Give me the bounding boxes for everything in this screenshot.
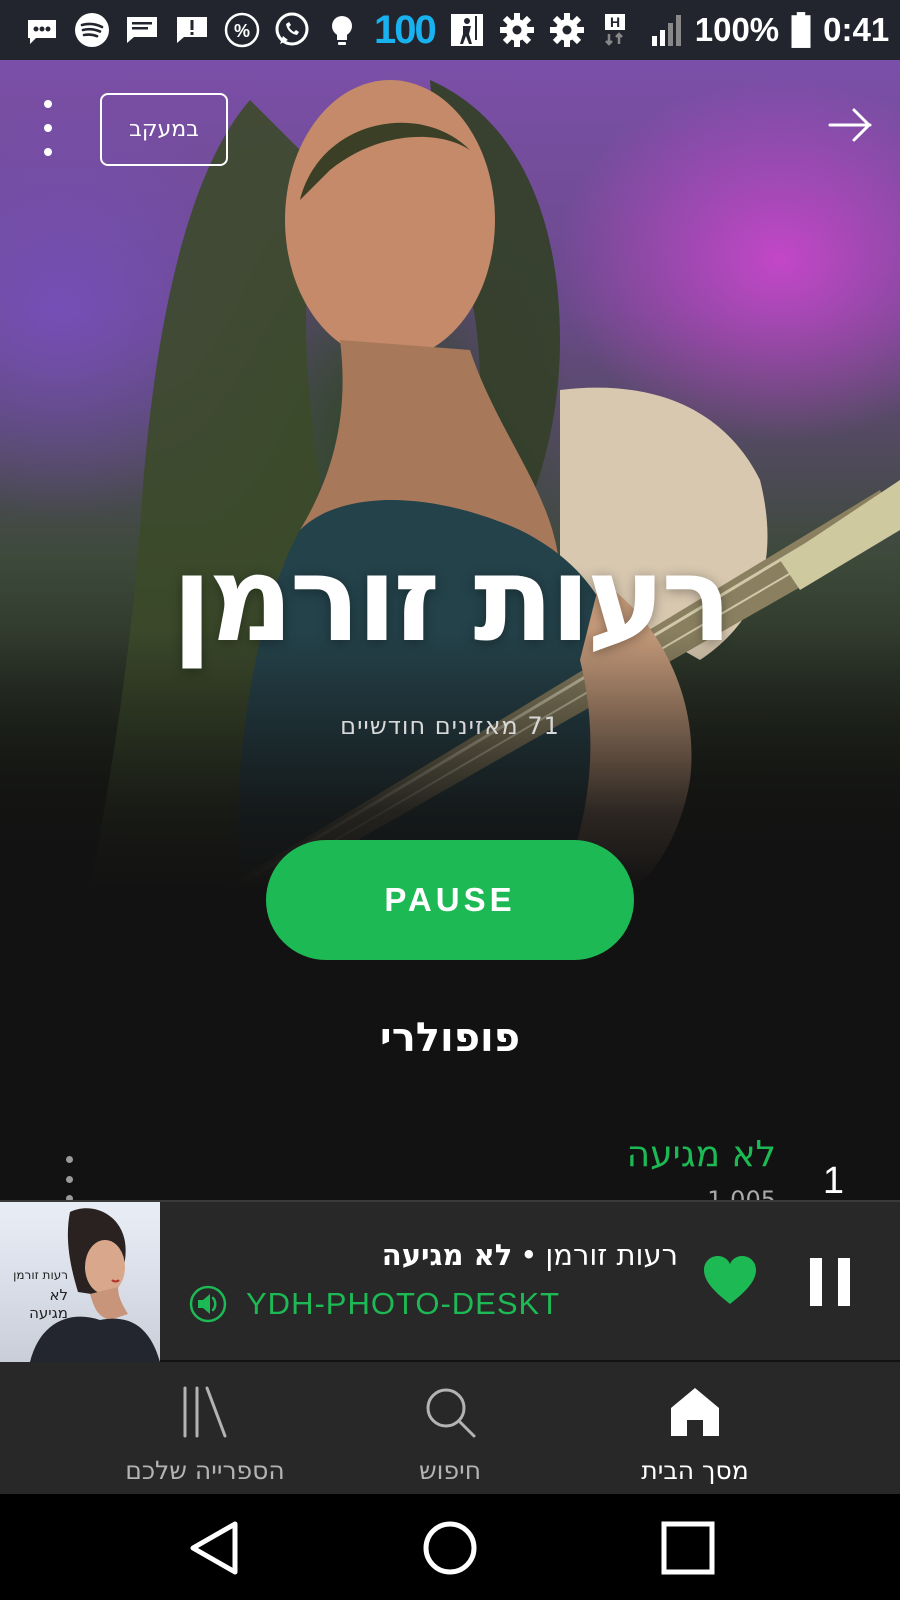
nav-item-home[interactable]: מסך הבית: [620, 1362, 770, 1494]
heart-icon[interactable]: [702, 1254, 758, 1306]
connected-device[interactable]: YDH-PHOTO-DESKT: [188, 1284, 560, 1324]
popular-section-title: פופולרי: [379, 1015, 521, 1061]
battery-percent: 100%: [694, 11, 780, 48]
now-playing-artist: רעות זורמן: [545, 1238, 678, 1272]
search-icon: [426, 1388, 476, 1438]
speaker-icon: [189, 1285, 227, 1323]
track-play-count: 1,005: [707, 1186, 776, 1200]
gear-icon: [499, 10, 535, 50]
nav-label-home: מסך הבית: [641, 1456, 749, 1485]
mini-pause-button[interactable]: [810, 1258, 850, 1306]
message-bubble-icon: [24, 10, 60, 50]
nav-label-library: הספרייה שלכם: [125, 1456, 285, 1485]
whatsapp-icon: [274, 10, 310, 50]
nav-item-search[interactable]: חיפוש: [380, 1362, 520, 1494]
nav-item-library[interactable]: הספרייה שלכם: [110, 1362, 300, 1494]
now-playing-bar[interactable]: רעות זורמן לא מגיעה רעות זורמן•לא מגיעה …: [0, 1200, 900, 1362]
hundred-icon: 100: [374, 7, 437, 52]
svg-text:%: %: [234, 21, 250, 41]
spotify-icon: [74, 10, 110, 50]
library-icon: [183, 1386, 227, 1438]
alert-icon: [174, 10, 210, 50]
track-title: לא מגיעה: [626, 1134, 776, 1175]
now-playing-song: לא מגיעה: [381, 1238, 513, 1272]
arrow-right-icon[interactable]: [826, 105, 876, 145]
status-bar: % 100 H 100% 0:41: [0, 0, 900, 60]
track-row[interactable]: 1 לא מגיעה 1,005: [0, 1130, 900, 1200]
gear-icon: [549, 10, 585, 50]
clock: 0:41: [823, 11, 890, 48]
now-playing-title: רעות זורמן•לא מגיעה: [382, 1238, 678, 1272]
track-more-icon[interactable]: [64, 1156, 74, 1200]
chat-icon: [124, 10, 160, 50]
artist-name: רעות זורמן: [171, 530, 733, 668]
percent-icon: %: [224, 10, 260, 50]
follow-button[interactable]: במעקב: [100, 93, 228, 166]
album-cover-photo: [30, 1208, 160, 1362]
battery-icon: [787, 10, 815, 50]
figure-icon: [449, 10, 485, 50]
home-icon: [671, 1388, 719, 1436]
cover-artist-text: רעות זורמן: [13, 1268, 68, 1282]
monthly-listeners: 71 מאזינים חודשיים: [340, 712, 560, 740]
bottom-navigation: מסך הבית חיפוש הספרייה שלכם: [0, 1362, 900, 1494]
home-circle-icon[interactable]: [420, 1518, 480, 1578]
album-cover[interactable]: רעות זורמן לא מגיעה: [0, 1202, 160, 1362]
more-vertical-icon[interactable]: [38, 100, 58, 156]
now-playing-separator: •: [520, 1238, 538, 1272]
nav-label-search: חיפוש: [418, 1456, 482, 1485]
track-number: 1: [822, 1160, 844, 1200]
svg-text:H: H: [610, 14, 620, 30]
device-name: YDH-PHOTO-DESKT: [246, 1286, 561, 1321]
back-triangle-icon[interactable]: [185, 1518, 245, 1578]
system-navigation-bar: [0, 1494, 900, 1600]
recents-square-icon[interactable]: [658, 1518, 718, 1578]
lightbulb-icon: [324, 10, 360, 50]
cover-title-text: לא מגיעה: [29, 1286, 68, 1322]
signal-icon: [647, 10, 687, 50]
network-h-icon: H: [599, 10, 639, 50]
artist-header: במעקב רעות זורמן 71 מאזינים חודשיים: [0, 60, 900, 890]
pause-button[interactable]: PAUSE: [266, 840, 634, 960]
